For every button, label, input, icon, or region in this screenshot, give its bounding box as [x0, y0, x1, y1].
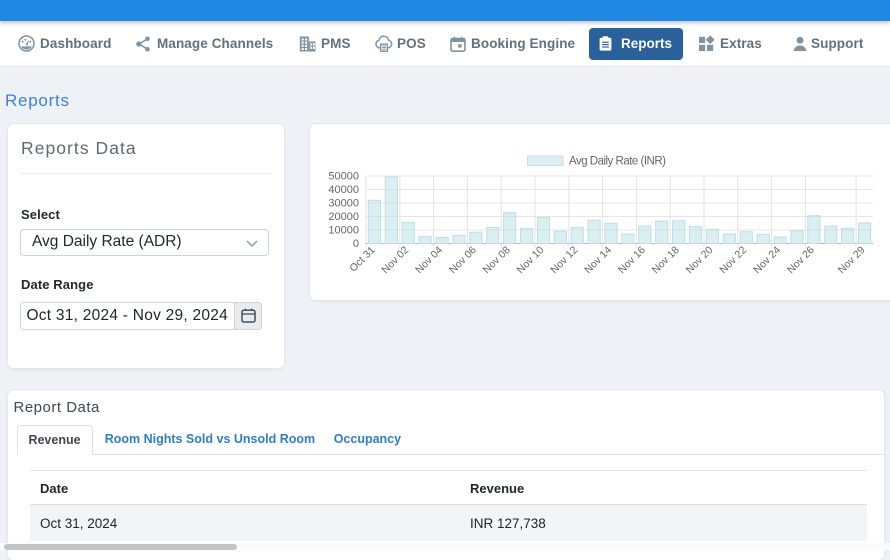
svg-text:Oct 31: Oct 31 [347, 244, 377, 274]
svg-text:Nov 02: Nov 02 [379, 244, 411, 276]
svg-text:Nov 29: Nov 29 [836, 244, 868, 276]
svg-text:Nov 12: Nov 12 [548, 244, 580, 276]
svg-text:Nov 14: Nov 14 [582, 244, 614, 276]
svg-text:Avg Daily Rate (INR): Avg Daily Rate (INR) [569, 156, 666, 168]
svg-text:30000: 30000 [328, 198, 359, 210]
svg-text:40000: 40000 [328, 184, 359, 196]
svg-text:Nov 24: Nov 24 [751, 244, 783, 276]
svg-text:Nov 04: Nov 04 [413, 244, 445, 276]
svg-text:20000: 20000 [328, 211, 359, 223]
svg-text:Nov 22: Nov 22 [717, 244, 749, 276]
svg-text:Nov 08: Nov 08 [481, 244, 513, 276]
svg-text:0: 0 [353, 238, 359, 250]
svg-text:50000: 50000 [328, 171, 359, 183]
svg-text:Nov 20: Nov 20 [684, 244, 716, 276]
svg-text:Nov 26: Nov 26 [785, 244, 817, 276]
svg-text:10000: 10000 [328, 225, 359, 237]
svg-text:Nov 18: Nov 18 [650, 244, 682, 276]
svg-text:Nov 10: Nov 10 [515, 244, 547, 276]
svg-text:Nov 06: Nov 06 [447, 244, 479, 276]
svg-text:Nov 16: Nov 16 [616, 244, 648, 276]
